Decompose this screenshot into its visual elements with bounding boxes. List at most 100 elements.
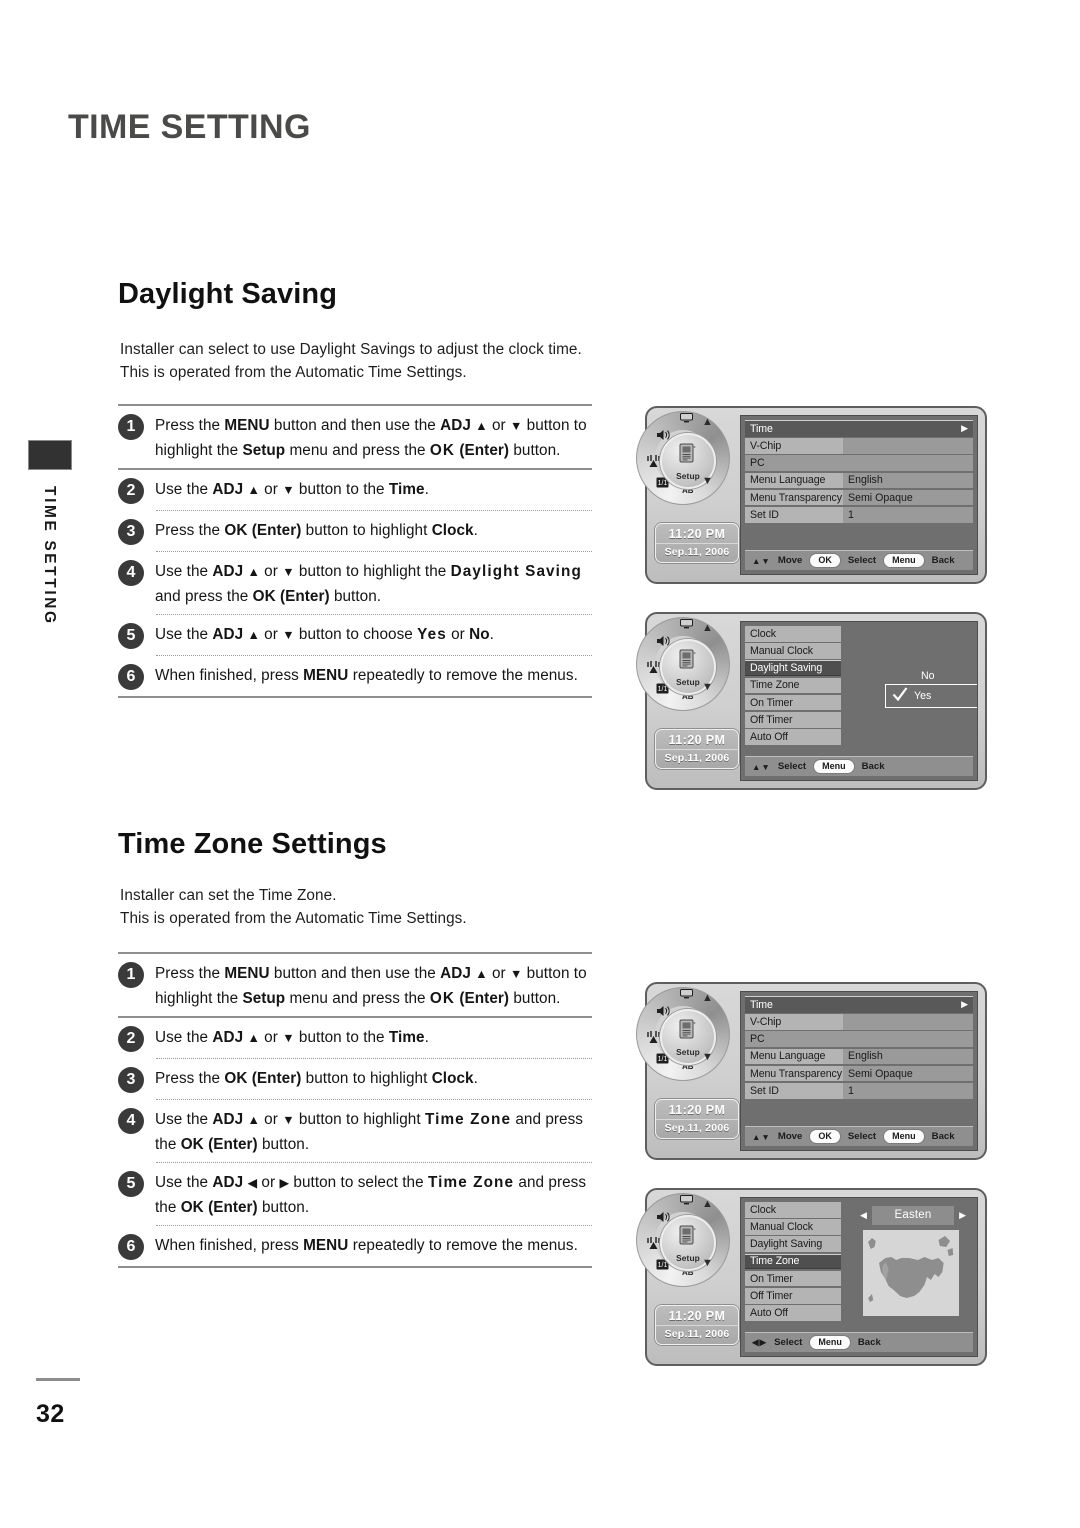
menu-action-bar: ▲▼ Select Menu Back xyxy=(745,756,973,776)
menu-button[interactable]: Menu xyxy=(813,759,855,774)
svg-text:1/1: 1/1 xyxy=(658,480,668,487)
menu-label: Back xyxy=(931,1131,955,1142)
menu-row[interactable]: Menu Transparency Semi Opaque xyxy=(745,1065,973,1082)
tv-osd: Clock Manual Clock Daylight Saving Time Zon… xyxy=(740,1197,978,1357)
section-desc-line-2: This is operated from the Automatic Time… xyxy=(120,364,467,381)
clock-menu-item[interactable]: On Timer xyxy=(745,1270,841,1287)
control-wheel[interactable]: 1/1 AB Setup ▲ ▼ xyxy=(636,411,732,507)
menu-row-label: Time xyxy=(750,998,773,1011)
menu-label: Back xyxy=(931,555,955,566)
menu-button[interactable]: Menu xyxy=(883,1129,925,1144)
menu-row[interactable]: Menu Language English xyxy=(745,1048,973,1065)
svg-text:1/1: 1/1 xyxy=(658,1262,668,1269)
clock-menu-item[interactable]: Clock xyxy=(745,626,841,642)
bar-arrows-label: Move xyxy=(777,555,803,566)
menu-row[interactable]: V-Chip xyxy=(745,1014,973,1030)
control-wheel[interactable]: 1/1 AB Setup ▲ ▼ xyxy=(636,617,732,713)
clock-menu-item[interactable]: Daylight Saving xyxy=(745,1236,841,1252)
menu-row[interactable]: Set ID 1 xyxy=(745,1082,973,1099)
timezone-picker[interactable]: ◀ Easten ▶ xyxy=(855,1206,971,1225)
step-item: 1 Press the MENU button and then use the … xyxy=(118,406,592,468)
tv-control-panel: 1/1 AB Setup ▲ ▼ 11:20 PM Sep.11, 2006 xyxy=(636,617,740,781)
step-item: 1 Press the MENU button and then use the … xyxy=(118,954,592,1016)
monitor-icon[interactable] xyxy=(680,989,693,1001)
clock-menu-item[interactable]: Clock xyxy=(745,1202,841,1218)
menu-row[interactable]: PC xyxy=(745,455,973,471)
step-number: 2 xyxy=(118,1026,144,1052)
clock-menu-item[interactable]: Time Zone xyxy=(745,677,841,694)
antenna-icon[interactable] xyxy=(646,1237,661,1252)
steps-rule-bottom xyxy=(118,1266,592,1268)
ok-button[interactable]: OK xyxy=(809,553,841,568)
antenna-icon[interactable] xyxy=(646,661,661,676)
step-item: 4 Use the ADJ ▲ or ▼ button to highlight … xyxy=(118,552,592,614)
menu-row-value: Semi Opaque xyxy=(843,489,973,506)
clock-menu-item[interactable]: Manual Clock xyxy=(745,643,841,659)
chevron-right-icon: ▶ xyxy=(961,999,968,1010)
clock-menu-item[interactable]: Manual Clock xyxy=(745,1219,841,1235)
menu-row[interactable]: Menu Language English xyxy=(745,472,973,489)
antenna-icon[interactable] xyxy=(646,455,661,470)
tv-osd: Clock Manual Clock Daylight Saving Time Zon… xyxy=(740,621,978,781)
nav-up-icon[interactable]: ▲ xyxy=(702,1198,713,1210)
menu-button[interactable]: Menu xyxy=(809,1335,851,1350)
nav-down-icon[interactable]: ▼ xyxy=(702,1051,713,1063)
clock-date: Sep.11, 2006 xyxy=(656,543,738,558)
menu-row[interactable]: PC xyxy=(745,1031,973,1047)
tv-screen-setup-menu-1: 1/1 AB Setup ▲ ▼ 11:20 PM Sep.11, 2006 Time ▶ V-C… xyxy=(636,406,987,584)
chevron-left-icon[interactable]: ◀ xyxy=(855,1210,872,1221)
step-number: 6 xyxy=(118,664,144,690)
nav-down-icon[interactable]: ▼ xyxy=(702,1257,713,1269)
step-number: 6 xyxy=(118,1234,144,1260)
option-yes-label: Yes xyxy=(914,690,932,702)
monitor-icon[interactable] xyxy=(680,619,693,631)
step-text: When finished, press MENU repeatedly to … xyxy=(155,667,578,684)
tv-screen-setup-menu-2: 1/1 AB Setup ▲ ▼ 11:20 PM Sep.11, 2006 Time ▶ V-C… xyxy=(636,982,987,1160)
steps-list-time-zone: 1 Press the MENU button and then use the … xyxy=(118,952,592,1268)
menu-label: Back xyxy=(861,761,885,772)
ok-label: Select xyxy=(847,555,877,566)
step-item: 2 Use the ADJ ▲ or ▼ button to the Time. xyxy=(118,1018,592,1058)
option-yes-selected[interactable]: Yes xyxy=(885,684,977,708)
monitor-icon[interactable] xyxy=(680,413,693,425)
tv-control-panel: 1/1 AB Setup ▲ ▼ 11:20 PM Sep.11, 2006 xyxy=(636,987,740,1151)
setup-hub-label: Setup xyxy=(676,1047,700,1057)
clock-menu-item[interactable]: Off Timer xyxy=(745,711,841,728)
menu-button[interactable]: Menu xyxy=(883,553,925,568)
nav-down-icon[interactable]: ▼ xyxy=(702,475,713,487)
menu-action-bar: ▲▼ Move OK Select Menu Back xyxy=(745,1126,973,1146)
clock-menu-item[interactable]: Off Timer xyxy=(745,1287,841,1304)
clock-menu-item[interactable]: Time Zone xyxy=(745,1253,841,1270)
clock-menu-item[interactable]: Daylight Saving xyxy=(745,660,841,676)
menu-row-label: PC xyxy=(745,1031,973,1047)
menu-row[interactable]: Menu Transparency Semi Opaque xyxy=(745,489,973,506)
clock-time: 11:20 PM xyxy=(668,1309,726,1323)
step-text: Press the OK (Enter) button to highlight… xyxy=(155,1070,478,1087)
clock-date: Sep.11, 2006 xyxy=(656,749,738,764)
menu-row-selected[interactable]: Time ▶ xyxy=(745,996,973,1013)
menu-row-selected[interactable]: Time ▶ xyxy=(745,420,973,437)
step-number: 1 xyxy=(118,962,144,988)
control-wheel[interactable]: 1/1 AB Setup ▲ ▼ xyxy=(636,987,732,1083)
nav-down-icon[interactable]: ▼ xyxy=(702,681,713,693)
bar-arrows-label: Select xyxy=(777,761,807,772)
step-item: 3 Press the OK (Enter) button to highligh… xyxy=(118,511,592,551)
clock-menu-item[interactable]: Auto Off xyxy=(745,729,841,745)
menu-row[interactable]: V-Chip xyxy=(745,438,973,454)
section-description-daylight-saving: Installer can select to use Daylight Sav… xyxy=(120,338,640,384)
nav-up-icon[interactable]: ▲ xyxy=(702,622,713,634)
section-title-time-zone: Time Zone Settings xyxy=(118,828,387,860)
setup-icon xyxy=(676,648,700,672)
option-no[interactable]: No xyxy=(921,670,935,682)
ok-button[interactable]: OK xyxy=(809,1129,841,1144)
control-wheel[interactable]: 1/1 AB Setup ▲ ▼ xyxy=(636,1193,732,1289)
chevron-right-icon[interactable]: ▶ xyxy=(954,1210,971,1221)
menu-row[interactable]: Set ID 1 xyxy=(745,506,973,523)
monitor-icon[interactable] xyxy=(680,1195,693,1207)
nav-up-icon[interactable]: ▲ xyxy=(702,416,713,428)
antenna-icon[interactable] xyxy=(646,1031,661,1046)
nav-up-icon[interactable]: ▲ xyxy=(702,992,713,1004)
clock-menu-item[interactable]: On Timer xyxy=(745,694,841,711)
clock-menu-item[interactable]: Auto Off xyxy=(745,1305,841,1321)
step-item: 3 Press the OK (Enter) button to highligh… xyxy=(118,1059,592,1099)
